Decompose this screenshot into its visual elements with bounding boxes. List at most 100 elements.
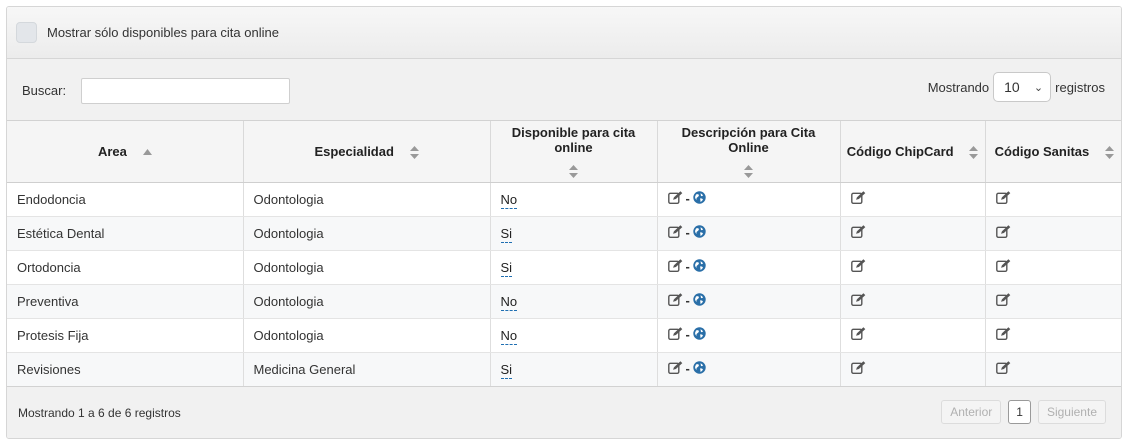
disponible-toggle[interactable]: No (500, 191, 518, 209)
page-length-control: Mostrando 10 ⌄ registros (928, 72, 1105, 102)
cell-disponible: Si (490, 352, 658, 387)
areas-panel: Mostrar sólo disponibles para cita onlin… (6, 6, 1122, 439)
table-header-row: Area Especialidad Disponible para cita o… (7, 121, 1121, 183)
edit-icon[interactable] (995, 259, 1011, 275)
pagination: Anterior 1 Siguiente (941, 400, 1106, 424)
cell-disponible: No (490, 284, 658, 319)
edit-icon[interactable] (667, 225, 683, 241)
table-info: Mostrando 1 a 6 de 6 registros (18, 406, 181, 420)
cell-chipcard (840, 216, 986, 251)
edit-icon[interactable] (667, 191, 683, 207)
table-footer: Mostrando 1 a 6 de 6 registros Anterior … (7, 386, 1121, 438)
previous-page-button[interactable]: Anterior (941, 400, 1002, 424)
globe-icon[interactable] (693, 259, 706, 275)
table-body: Endodoncia Odontologia No - Estética Dental O… (7, 182, 1121, 387)
globe-icon[interactable] (693, 191, 706, 207)
search-input[interactable] (81, 78, 290, 104)
edit-icon[interactable] (850, 259, 866, 275)
separator: - (685, 360, 690, 376)
table-row: Revisiones Medicina General Si - (7, 352, 1121, 387)
table-row: Protesis Fija Odontologia No - (7, 318, 1121, 353)
cell-descripcion: - (657, 284, 841, 319)
edit-icon[interactable] (995, 327, 1011, 343)
table-row: Preventiva Odontologia No - (7, 284, 1121, 319)
online-only-checkbox[interactable] (16, 22, 37, 43)
table-row: Estética Dental Odontologia Si - (7, 216, 1121, 251)
areas-table: Area Especialidad Disponible para cita o… (7, 121, 1121, 387)
edit-icon[interactable] (850, 327, 866, 343)
edit-icon[interactable] (995, 293, 1011, 309)
table-row: Ortodoncia Odontologia Si - (7, 250, 1121, 285)
page-length-value: 10 (1004, 79, 1020, 95)
cell-area: Preventiva (7, 284, 244, 319)
length-prefix: Mostrando (927, 79, 990, 95)
cell-disponible: Si (490, 250, 658, 285)
cell-sanitas (985, 182, 1121, 217)
column-header-especialidad[interactable]: Especialidad (243, 121, 491, 183)
column-header-chipcard[interactable]: Código ChipCard (840, 121, 986, 183)
online-only-label[interactable]: Mostrar sólo disponibles para cita onlin… (47, 25, 279, 40)
disponible-toggle[interactable]: Si (500, 225, 513, 243)
disponible-toggle[interactable]: Si (500, 361, 513, 379)
chevron-down-icon: ⌄ (1033, 81, 1044, 94)
length-suffix: registros (1055, 79, 1105, 95)
edit-icon[interactable] (667, 327, 683, 343)
separator: - (685, 224, 690, 240)
next-page-button[interactable]: Siguiente (1037, 400, 1106, 424)
cell-chipcard (840, 318, 986, 353)
page-1-button[interactable]: 1 (1008, 400, 1031, 424)
sort-both-icon (664, 164, 834, 178)
sort-both-icon (969, 145, 979, 159)
column-header-disponible[interactable]: Disponible para cita online (490, 121, 658, 183)
search-label: Buscar: (22, 83, 67, 98)
separator: - (685, 292, 690, 308)
cell-especialidad: Odontologia (243, 182, 491, 217)
cell-area: Revisiones (7, 352, 244, 387)
cell-area: Estética Dental (7, 216, 244, 251)
separator: - (685, 190, 690, 206)
cell-chipcard (840, 250, 986, 285)
edit-icon[interactable] (850, 225, 866, 241)
cell-disponible: Si (490, 216, 658, 251)
sort-both-icon (409, 145, 419, 159)
cell-chipcard (840, 352, 986, 387)
edit-icon[interactable] (850, 293, 866, 309)
disponible-toggle[interactable]: Si (500, 259, 513, 277)
globe-icon[interactable] (693, 293, 706, 309)
cell-descripcion: - (657, 318, 841, 353)
filter-bar: Mostrar sólo disponibles para cita onlin… (7, 7, 1121, 59)
cell-especialidad: Odontologia (243, 318, 491, 353)
page-length-select[interactable]: 10 ⌄ (993, 72, 1052, 102)
cell-area: Protesis Fija (7, 318, 244, 353)
edit-icon[interactable] (667, 293, 683, 309)
cell-sanitas (985, 318, 1121, 353)
cell-especialidad: Odontologia (243, 250, 491, 285)
edit-icon[interactable] (850, 361, 866, 377)
column-header-descripcion[interactable]: Descripción para Cita Online (657, 121, 841, 183)
disponible-toggle[interactable]: No (500, 293, 518, 311)
cell-descripcion: - (657, 182, 841, 217)
edit-icon[interactable] (850, 191, 866, 207)
separator: - (685, 258, 690, 274)
globe-icon[interactable] (693, 225, 706, 241)
column-header-area[interactable]: Area (7, 121, 244, 183)
cell-sanitas (985, 250, 1121, 285)
globe-icon[interactable] (693, 327, 706, 343)
sort-asc-icon (142, 149, 152, 156)
cell-disponible: No (490, 182, 658, 217)
table-controls: Buscar: Mostrando 10 ⌄ registros (7, 59, 1121, 121)
edit-icon[interactable] (995, 361, 1011, 377)
disponible-toggle[interactable]: No (500, 327, 518, 345)
cell-descripcion: - (657, 216, 841, 251)
cell-sanitas (985, 284, 1121, 319)
edit-icon[interactable] (995, 225, 1011, 241)
sort-both-icon (1104, 145, 1114, 159)
globe-icon[interactable] (693, 361, 706, 377)
cell-sanitas (985, 216, 1121, 251)
column-header-sanitas[interactable]: Código Sanitas (985, 121, 1121, 183)
edit-icon[interactable] (667, 361, 683, 377)
cell-chipcard (840, 284, 986, 319)
cell-especialidad: Odontologia (243, 284, 491, 319)
edit-icon[interactable] (667, 259, 683, 275)
edit-icon[interactable] (995, 191, 1011, 207)
